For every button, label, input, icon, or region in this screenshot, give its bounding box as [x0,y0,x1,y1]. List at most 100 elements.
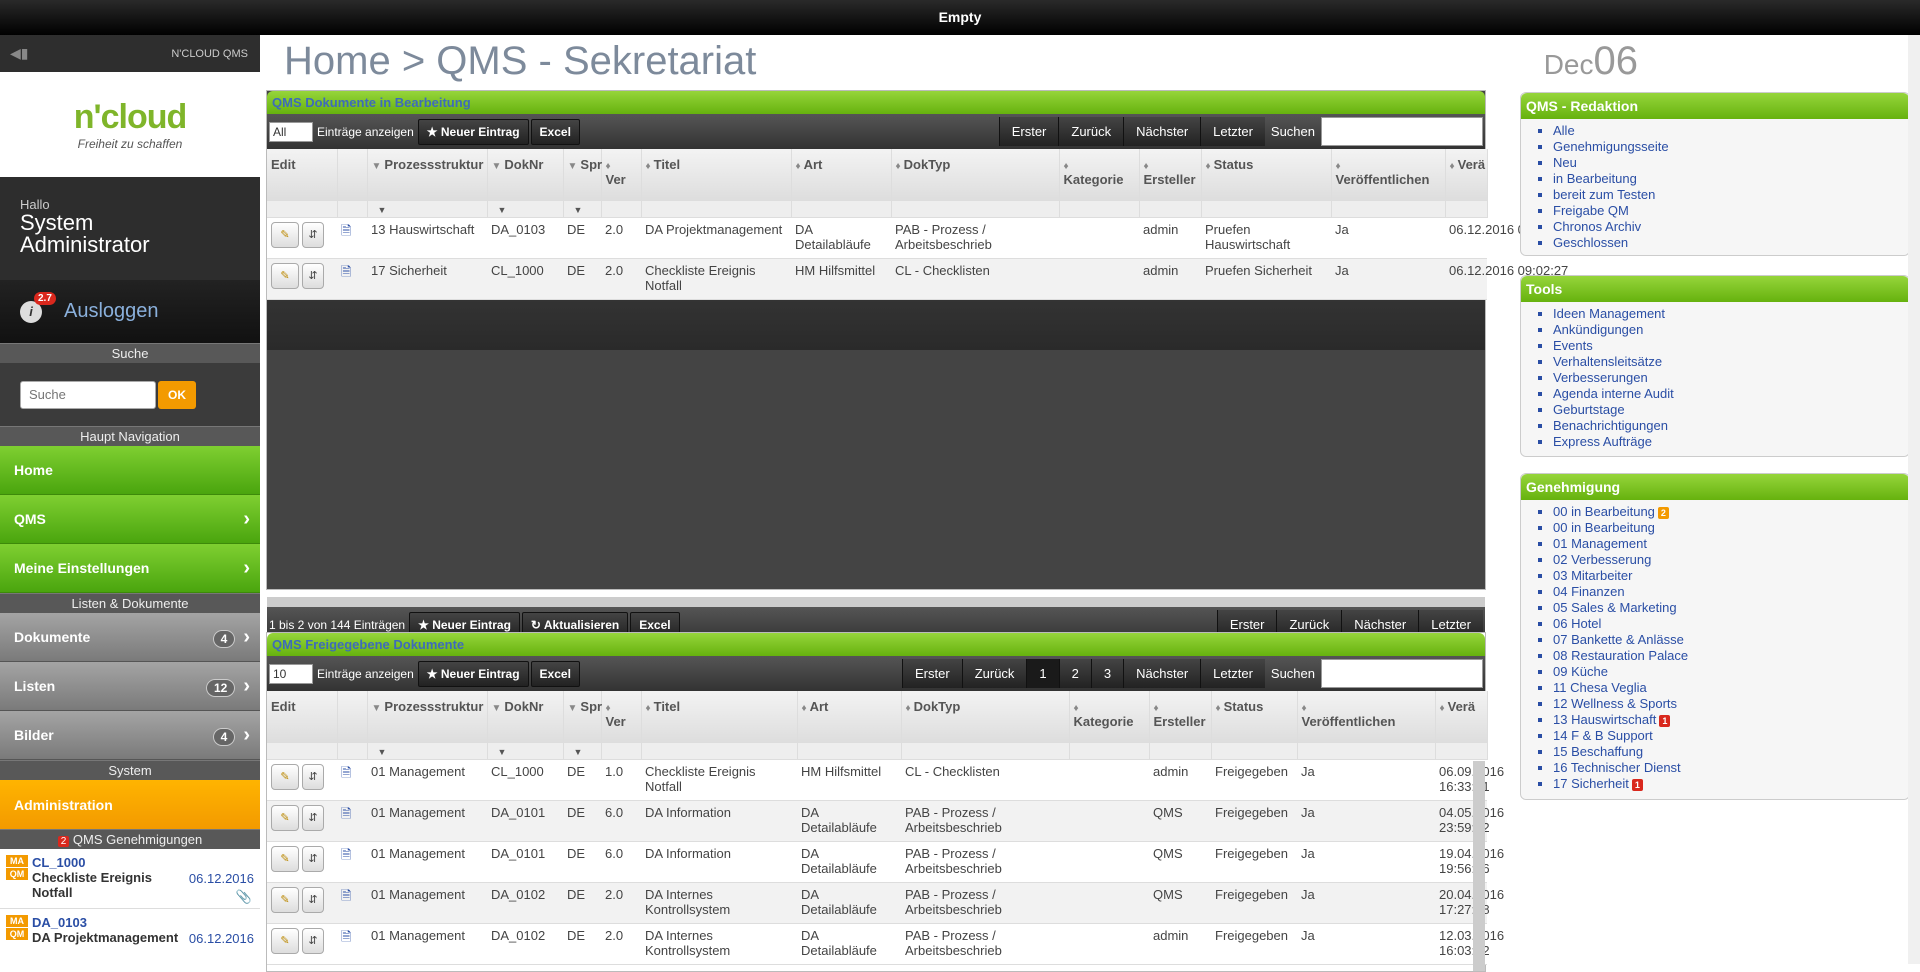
nav-home[interactable]: Home [0,446,260,495]
sidebar-link[interactable]: Ideen Management [1553,306,1909,322]
col-prozess[interactable]: ▼ Prozessstruktur [367,149,488,201]
table-search-input[interactable] [1321,659,1483,688]
page-scrollbar[interactable] [1908,35,1920,964]
sidebar-link[interactable]: Benachrichtigungen [1553,418,1909,434]
sidebar-link[interactable]: 11 Chesa Veglia [1553,680,1909,696]
sidebar-link[interactable]: Verbesserungen [1553,370,1909,386]
sidebar-link[interactable]: Neu [1553,155,1909,171]
document-icon[interactable]: 🗎 [341,765,351,780]
sidebar-link[interactable]: 05 Sales & Marketing [1553,600,1909,616]
sidebar-link[interactable]: Chronos Archiv [1553,219,1909,235]
logout-link[interactable]: Ausloggen [64,300,159,323]
sidebar-link[interactable]: 04 Finanzen [1553,584,1909,600]
sidebar-link[interactable]: 00 in Bearbeitung2 [1553,504,1909,520]
col-veroeff[interactable]: ♦ Veröffentlichen [1297,691,1436,743]
sidebar-link[interactable]: Ankündigungen [1553,322,1909,338]
search-ok-button[interactable]: OK [158,380,196,409]
sort-icon[interactable]: ⇵ [302,886,324,913]
document-icon[interactable]: 🗎 [341,264,351,279]
col-ver[interactable]: ♦ Ver [601,149,642,201]
table-row[interactable]: ✎ ⇵ 🗎 01 Management DA_0102 DE 2.0 DA Internes … [267,923,1504,965]
sidebar-link[interactable]: 06 Hotel [1553,616,1909,632]
nav-settings[interactable]: Meine Einstellungen › [0,544,260,593]
col-verae[interactable]: ♦ Verä [1445,149,1488,201]
document-icon[interactable]: 🗎 [341,223,351,238]
col-spr[interactable]: ▼ Spr [563,691,602,743]
sidebar-link[interactable]: 09 Küche [1553,664,1909,680]
sort-icon[interactable]: ⇵ [302,804,324,831]
edit-icon[interactable]: ✎ [271,763,299,790]
next-page-button[interactable]: Nächster [1123,659,1201,688]
approval-item[interactable]: MA QM DA_0103 DA Projektmanagement 06.12.… [0,909,260,964]
col-doktyp[interactable]: ♦ DokTyp [901,691,1070,743]
excel-button[interactable]: Excel [530,118,580,145]
length-select[interactable]: 10 [269,663,313,684]
edit-icon[interactable]: ✎ [271,927,299,954]
document-icon[interactable]: 🗎 [341,806,351,821]
edit-icon[interactable]: ✎ [271,262,299,289]
nav-dokumente[interactable]: Dokumente 4 › [0,613,260,662]
sidebar-link[interactable]: 02 Verbesserung [1553,552,1909,568]
sidebar-link[interactable]: in Bearbeitung [1553,171,1909,187]
col-prozess[interactable]: ▼ Prozessstruktur [367,691,488,743]
nav-administration[interactable]: Administration [0,780,260,829]
edit-icon[interactable]: ✎ [271,886,299,913]
sidebar-link[interactable]: Events [1553,338,1909,354]
excel-button[interactable]: Excel [530,660,580,687]
sidebar-link[interactable]: 16 Technischer Dienst [1553,760,1909,776]
col-doknr[interactable]: ▼ DokNr [487,691,564,743]
sidebar-link[interactable]: 14 F & B Support [1553,728,1909,744]
vertical-scrollbar[interactable] [1473,761,1485,971]
document-icon[interactable]: 🗎 [341,929,351,944]
sidebar-link[interactable]: bereit zum Testen [1553,187,1909,203]
sort-icon[interactable]: ⇵ [302,763,324,790]
edit-icon[interactable]: ✎ [271,845,299,872]
horizontal-scrollbar[interactable] [267,597,1485,607]
table-row[interactable]: ✎ ⇵ 🗎 13 Hauswirtschaft DA_0103 DE 2.0 DA… [267,217,1568,259]
next-page-button[interactable]: Nächster [1123,117,1201,146]
col-status[interactable]: ♦ Status [1201,149,1332,201]
last-page-button[interactable]: Letzter [1200,659,1265,688]
new-entry-button[interactable]: ★ Neuer Eintrag [417,118,529,145]
new-entry-button[interactable]: ★ Neuer Eintrag [417,660,529,687]
approval-item[interactable]: MA QM CL_1000 Checkliste Ereignis Notfall… [0,849,260,909]
sidebar-link[interactable]: 15 Beschaffung [1553,744,1909,760]
sidebar-link[interactable]: 08 Restauration Palace [1553,648,1909,664]
approval-code[interactable]: CL_1000 [32,855,254,870]
sort-icon[interactable]: ⇵ [302,927,324,954]
document-icon[interactable]: 🗎 [341,888,351,903]
table-search-input[interactable] [1321,117,1483,146]
sidebar-search-input[interactable] [20,380,156,409]
sidebar-link[interactable]: Geschlossen [1553,235,1909,251]
sidebar-link[interactable]: Freigabe QM [1553,203,1909,219]
last-page-button[interactable]: Letzter [1200,117,1265,146]
col-kategorie[interactable]: ♦ Kategorie [1059,149,1140,201]
sidebar-link[interactable]: 17 Sicherheit1 [1553,776,1909,792]
document-icon[interactable]: 🗎 [341,847,351,862]
page-3-button[interactable]: 3 [1090,659,1124,688]
edit-icon[interactable]: ✎ [271,221,299,248]
table-row[interactable]: ✎ ⇵ 🗎 01 Management CL_1000 DE 1.0 Checkliste E… [267,759,1504,801]
col-art[interactable]: ♦ Art [791,149,892,201]
sidebar-link[interactable]: Alle [1553,123,1909,139]
col-spr[interactable]: ▼ Spr [563,149,602,201]
table-row[interactable]: ✎ ⇵ 🗎 01 Management DA_0101 DE 6.0 DA Informati… [267,800,1504,842]
page-1-button[interactable]: 1 [1026,659,1059,688]
col-ersteller[interactable]: ♦ Ersteller [1149,691,1212,743]
sidebar-link[interactable]: 12 Wellness & Sports [1553,696,1909,712]
sidebar-link[interactable]: 13 Hauswirtschaft1 [1553,712,1909,728]
sort-icon[interactable]: ⇵ [302,845,324,872]
table-row[interactable]: ✎ ⇵ 🗎 17 Sicherheit CL_1000 DE 2.0 Checkl… [267,258,1568,300]
col-status[interactable]: ♦ Status [1211,691,1298,743]
table-row[interactable]: ✎ ⇵ 🗎 01 Management DA_0101 DE 6.0 DA Informati… [267,841,1504,883]
col-ver[interactable]: ♦ Ver [601,691,642,743]
sidebar-link[interactable]: Agenda interne Audit [1553,386,1909,402]
prev-page-button[interactable]: Zurück [1058,117,1124,146]
nav-listen[interactable]: Listen 12 › [0,662,260,711]
first-page-button[interactable]: Erster [902,659,962,688]
sort-icon[interactable]: ⇵ [302,221,324,248]
sidebar-link[interactable]: 01 Management [1553,536,1909,552]
length-select[interactable]: All [269,121,313,142]
edit-icon[interactable]: ✎ [271,804,299,831]
table-row[interactable]: ✎ ⇵ 🗎 01 Management DA_0102 DE 2.0 DA Internes … [267,882,1504,924]
